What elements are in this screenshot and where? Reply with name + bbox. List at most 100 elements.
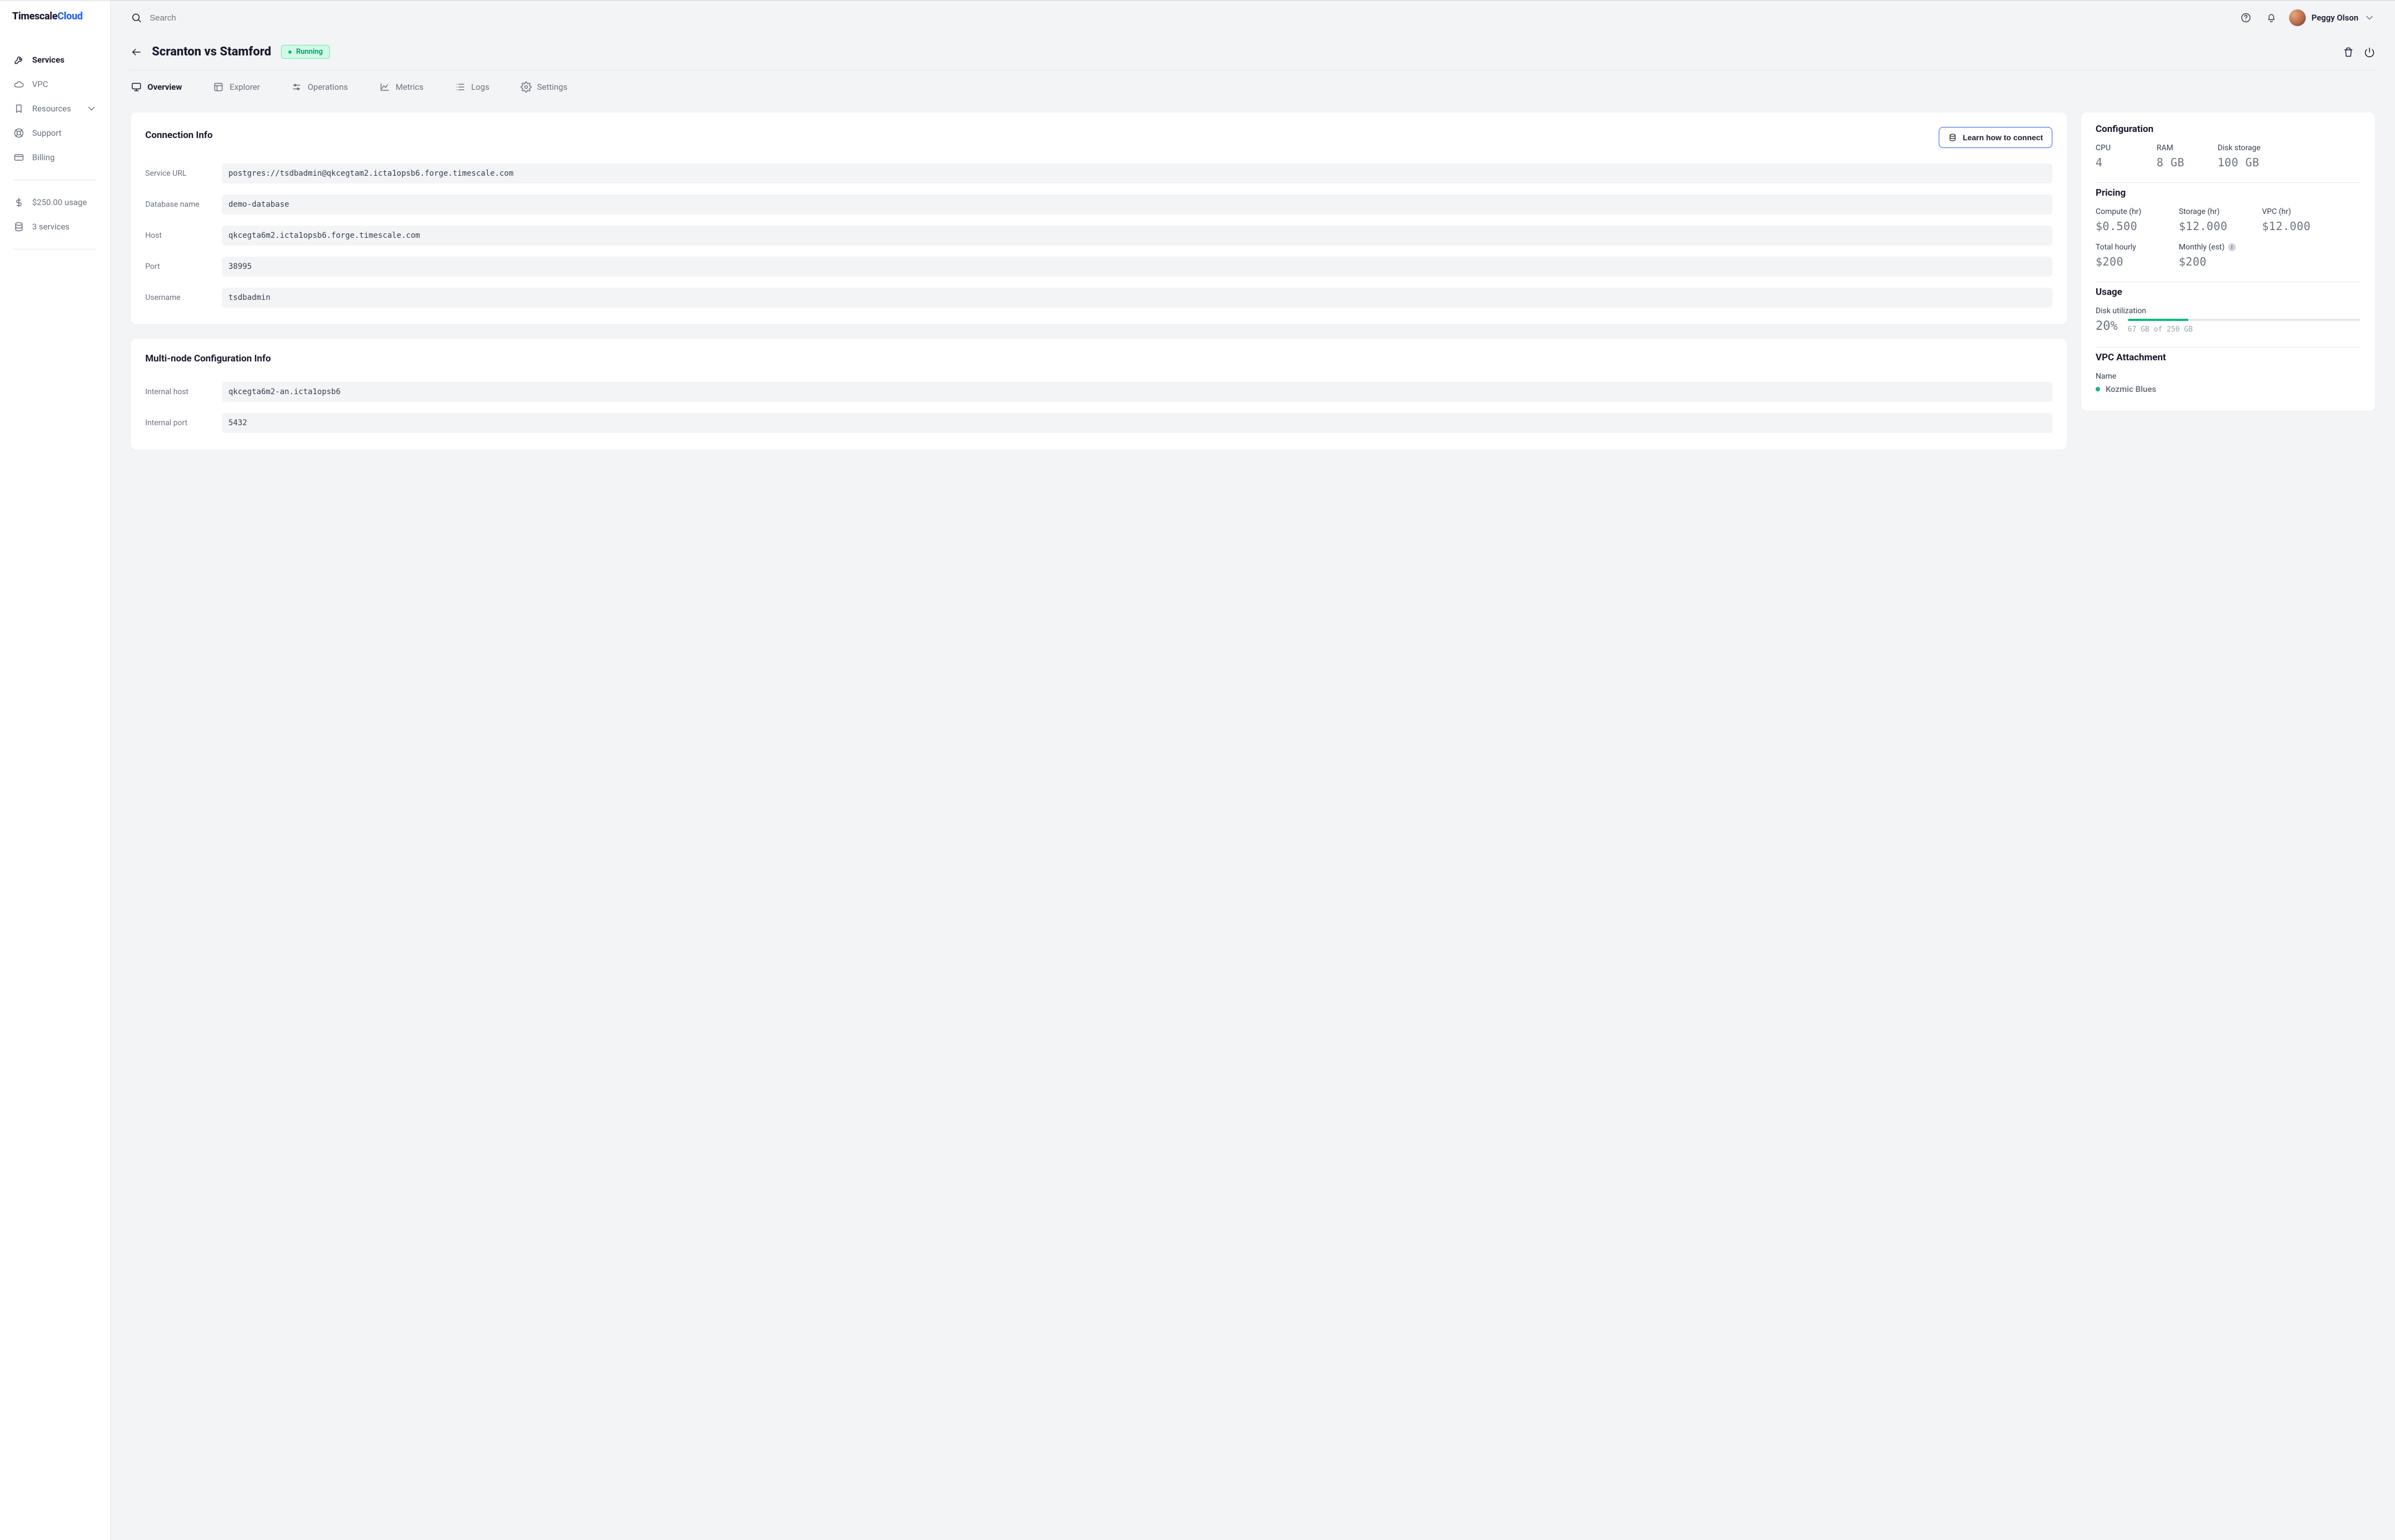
tab-label: Settings xyxy=(537,82,568,92)
tab-logs[interactable]: Logs xyxy=(455,78,490,96)
tab-label: Overview xyxy=(147,82,182,92)
database-icon xyxy=(13,221,24,232)
sidebar-item-label: Support xyxy=(32,128,62,138)
tab-metrics[interactable]: Metrics xyxy=(379,78,424,96)
wrench-icon xyxy=(13,54,24,65)
section-title: Configuration xyxy=(2096,124,2361,135)
sidebar-services-count[interactable]: 3 services xyxy=(0,215,110,239)
help-button[interactable] xyxy=(2238,10,2254,26)
storage-price: $12.000 xyxy=(2179,220,2251,233)
internal-port-value[interactable]: 5432 xyxy=(222,413,2052,433)
sidebar-item-label: Billing xyxy=(32,152,55,162)
sidebar-item-label: VPC xyxy=(32,79,48,89)
vpc-name[interactable]: Kozmic Blues xyxy=(2096,384,2361,394)
tab-label: Operations xyxy=(308,82,348,92)
stat-label: Total hourly xyxy=(2096,243,2168,252)
gear-icon xyxy=(521,81,532,93)
field-label: Service URL xyxy=(145,169,211,178)
tab-settings[interactable]: Settings xyxy=(521,78,568,96)
sidebar-item-billing[interactable]: Billing xyxy=(0,145,110,170)
host-value[interactable]: qkcegta6m2.icta1opsb6.forge.timescale.co… xyxy=(222,226,2052,246)
field-label: Port xyxy=(145,262,211,271)
internal-host-value[interactable]: qkcegta6m2-an.icta1opsb6 xyxy=(222,382,2052,402)
search-icon[interactable] xyxy=(131,12,142,23)
sidebar-item-resources[interactable]: Resources xyxy=(0,96,110,121)
usage-text: 67 GB of 250 GB xyxy=(2128,325,2361,334)
power-button[interactable] xyxy=(2364,47,2375,58)
chevron-down-icon xyxy=(2364,12,2375,23)
bell-icon xyxy=(2266,12,2277,23)
tab-label: Metrics xyxy=(396,82,424,92)
stat-label: Compute (hr) xyxy=(2096,207,2168,216)
multinode-card: Multi-node Configuration Info Internal h… xyxy=(131,339,2067,450)
status-dot-icon xyxy=(288,50,292,54)
stat-label: VPC (hr) xyxy=(2262,207,2334,216)
avatar xyxy=(2289,9,2306,26)
progress-fill xyxy=(2128,319,2188,321)
database-name-value[interactable]: demo-database xyxy=(222,195,2052,215)
notifications-button[interactable] xyxy=(2264,10,2279,26)
summary-card: Configuration CPU 4 RAM 8 GB xyxy=(2081,113,2375,411)
learn-connect-label: Learn how to connect xyxy=(1963,133,2043,142)
sliders-icon xyxy=(291,81,302,93)
field-label: Host xyxy=(145,231,211,240)
info-icon[interactable]: i xyxy=(2228,243,2236,251)
pricing-section: Pricing Compute (hr) $0.500 Storage (hr)… xyxy=(2096,183,2361,282)
tabs: Overview Explorer Operations Metrics Log… xyxy=(131,70,2375,100)
tab-operations[interactable]: Operations xyxy=(291,78,348,96)
tab-explorer[interactable]: Explorer xyxy=(213,78,260,96)
card-title: Connection Info xyxy=(145,130,213,141)
sidebar-item-label: Resources xyxy=(32,104,71,114)
delete-button[interactable] xyxy=(2343,47,2354,58)
tab-overview[interactable]: Overview xyxy=(131,78,182,96)
user-name: Peggy Olson xyxy=(2311,13,2358,23)
usage-percent: 20% xyxy=(2096,319,2118,333)
monitor-icon xyxy=(131,81,142,93)
card-title: Multi-node Configuration Info xyxy=(145,353,271,364)
logo[interactable]: TimescaleCloud xyxy=(0,1,110,32)
field-label: Username xyxy=(145,293,211,302)
field-label: Internal port xyxy=(145,419,211,427)
page-title: Scranton vs Stamford xyxy=(152,45,271,59)
cpu-value: 4 xyxy=(2096,156,2146,169)
learn-connect-button[interactable]: Learn how to connect xyxy=(1939,127,2052,148)
user-menu[interactable]: Peggy Olson xyxy=(2289,9,2375,26)
section-title: Pricing xyxy=(2096,187,2361,198)
vpc-section: VPC Attachment Name Kozmic Blues xyxy=(2096,348,2361,394)
database-icon xyxy=(1948,133,1957,142)
help-icon xyxy=(2240,12,2251,23)
vpc-name-label: Kozmic Blues xyxy=(2106,384,2156,394)
sidebar-usage-label: $250.00 usage xyxy=(32,197,87,207)
sidebar-services-count-label: 3 services xyxy=(32,222,70,232)
search-input[interactable] xyxy=(150,13,316,23)
list-icon xyxy=(455,81,466,93)
lifebuoy-icon xyxy=(13,128,24,139)
layout-icon xyxy=(213,81,224,93)
card-icon xyxy=(13,152,24,163)
progress-bar xyxy=(2128,319,2361,321)
configuration-section: Configuration CPU 4 RAM 8 GB xyxy=(2096,124,2361,183)
username-value[interactable]: tsdbadmin xyxy=(222,288,2052,308)
sidebar-item-services[interactable]: Services xyxy=(0,48,110,72)
sidebar-item-support[interactable]: Support xyxy=(0,121,110,145)
compute-price: $0.500 xyxy=(2096,220,2168,233)
cloud-icon xyxy=(13,79,24,90)
stat-label: Storage (hr) xyxy=(2179,207,2251,216)
sidebar-item-vpc[interactable]: VPC xyxy=(0,72,110,96)
dollar-icon xyxy=(13,197,24,208)
stat-label: Disk utilization xyxy=(2096,307,2361,315)
field-label: Database name xyxy=(145,200,211,209)
port-value[interactable]: 38995 xyxy=(222,257,2052,277)
stat-label: CPU xyxy=(2096,144,2146,152)
page-header: Scranton vs Stamford Running xyxy=(131,35,2375,70)
sidebar-nav: Services VPC Resources Support Billing xyxy=(0,32,110,249)
section-title: Usage xyxy=(2096,287,2361,298)
sidebar-item-label: Services xyxy=(32,55,64,65)
service-url-value[interactable]: postgres://tsdbadmin@qkcegtam2.icta1opsb… xyxy=(222,164,2052,183)
sidebar-usage[interactable]: $250.00 usage xyxy=(0,190,110,215)
stat-label: Monthly (est) i xyxy=(2179,243,2251,252)
monthly-price: $200 xyxy=(2179,255,2251,268)
bookmark-icon xyxy=(13,103,24,114)
status-label: Running xyxy=(296,48,323,56)
back-button[interactable] xyxy=(131,47,142,58)
